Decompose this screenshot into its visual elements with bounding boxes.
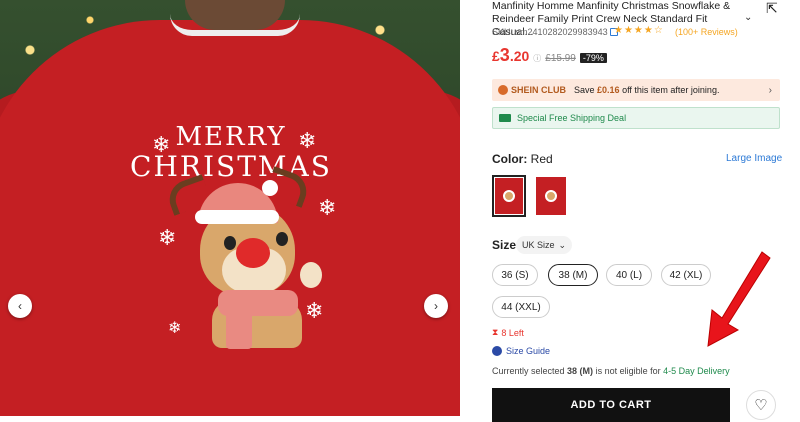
- eligibility-delivery: 4-5 Day Delivery: [663, 366, 730, 376]
- sku-text: SKU: sm2410282029983943: [492, 27, 608, 37]
- color-label-key: Color:: [492, 152, 528, 166]
- rating-stars: ★★★★☆: [614, 25, 664, 36]
- snowflake-icon: ❄: [168, 320, 182, 337]
- club-logo-icon: [498, 85, 508, 95]
- hourglass-icon: ⧗: [492, 327, 499, 337]
- chevron-down-icon: ⌄: [558, 239, 567, 250]
- color-value: Red: [530, 152, 553, 166]
- size-unit-value: UK Size: [522, 240, 555, 250]
- price-decimal: .20: [509, 48, 530, 64]
- chevron-left-icon: ‹: [18, 299, 22, 313]
- club-save-prefix: Save: [574, 85, 598, 95]
- sku-row: SKU: sm2410282029983943: [492, 27, 618, 37]
- club-badge-label: SHEIN CLUB: [511, 85, 567, 95]
- original-price: £15.99: [545, 53, 576, 64]
- eligibility-middle: is not eligible for: [593, 366, 664, 376]
- color-label: Color: Red: [492, 152, 553, 166]
- club-save-suffix: off this item after joining.: [619, 85, 720, 95]
- chevron-right-icon: ›: [434, 299, 438, 313]
- next-image-button[interactable]: ›: [424, 294, 448, 318]
- delivery-eligibility-note: Currently selected 38 (M) is not eligibl…: [492, 366, 730, 376]
- snowflake-icon: ❄: [305, 298, 324, 323]
- stock-left-text: 8 Left: [501, 327, 524, 338]
- annotation-arrow-shape: [707, 251, 771, 347]
- santa-hat-band: [195, 210, 279, 224]
- reindeer-eye: [276, 232, 288, 246]
- price-row: £3.20 ⓘ £15.99 -79%: [492, 45, 607, 65]
- truck-icon: [499, 114, 511, 122]
- club-badge: SHEIN CLUB: [498, 85, 566, 95]
- annotation-arrow-icon: [707, 251, 771, 347]
- print-title-line1: MERRY: [175, 122, 287, 152]
- discount-badge: -79%: [579, 53, 607, 63]
- eligibility-selected-size: 38 (M): [567, 366, 594, 376]
- size-guide-label: Size Guide: [506, 346, 551, 356]
- stock-left: ⧗ 8 Left: [492, 327, 524, 338]
- reindeer-waving-hand: [300, 262, 322, 288]
- add-to-cart-button[interactable]: ADD TO CART: [492, 388, 730, 422]
- snowflake-icon: ❄: [298, 128, 317, 153]
- reindeer-thumbnail-icon: [545, 190, 557, 202]
- free-shipping-label: Special Free Shipping Deal: [517, 113, 627, 123]
- size-label: Size: [492, 238, 517, 252]
- color-swatch[interactable]: [536, 177, 566, 215]
- size-option-38-selected[interactable]: 38 (M): [548, 264, 598, 286]
- size-guide-icon: [492, 346, 502, 356]
- snowflake-icon: ❄: [318, 195, 337, 220]
- swatch-image: [495, 178, 523, 214]
- share-icon[interactable]: ⇱: [766, 0, 778, 17]
- snowflake-icon: ❄: [152, 132, 171, 157]
- color-swatch-selected[interactable]: [492, 175, 526, 217]
- size-option-44[interactable]: 44 (XXL): [492, 296, 550, 318]
- club-save-amount: £0.16: [597, 85, 620, 95]
- free-shipping-banner[interactable]: Special Free Shipping Deal: [492, 107, 780, 129]
- shein-club-banner[interactable]: SHEIN CLUB Save £0.16 off this item afte…: [492, 79, 780, 101]
- club-save-text: Save £0.16 off this item after joining.: [574, 85, 719, 95]
- chevron-right-icon: ›: [768, 84, 772, 96]
- product-details-panel: Manfinity Homme Manfinity Christmas Snow…: [478, 0, 800, 422]
- info-icon[interactable]: ⓘ: [533, 53, 541, 64]
- reindeer-scarf-tail: [226, 305, 252, 349]
- size-guide-link[interactable]: Size Guide: [492, 346, 550, 356]
- santa-hat-pompom: [262, 180, 278, 196]
- eligibility-prefix: Currently selected: [492, 366, 568, 376]
- reviews-link[interactable]: (100+ Reviews): [675, 27, 738, 37]
- size-unit-select[interactable]: UK Size ⌄: [516, 236, 573, 254]
- sale-price: £3.20: [492, 45, 529, 66]
- reindeer-eye: [224, 236, 236, 250]
- size-option-40[interactable]: 40 (L): [606, 264, 652, 286]
- previous-image-button[interactable]: ‹: [8, 294, 32, 318]
- reindeer-thumbnail-icon: [503, 190, 515, 202]
- snowflake-icon: ❄: [158, 225, 177, 250]
- expand-title-chevron-icon[interactable]: ⌄: [744, 12, 752, 23]
- price-currency: £: [492, 48, 500, 64]
- undershirt-collar: [170, 14, 300, 36]
- reindeer-red-nose: [236, 238, 270, 268]
- large-image-link[interactable]: Large Image: [726, 153, 782, 164]
- price-main: 3: [499, 45, 510, 65]
- swatch-image: [536, 177, 566, 215]
- print-title-line2: CHRISTMAS: [130, 150, 332, 183]
- product-image-gallery[interactable]: MERRY CHRISTMAS ❄ ❄ ❄ ❄ ❄ ❄ ‹ ›: [0, 0, 460, 416]
- size-option-36[interactable]: 36 (S): [492, 264, 538, 286]
